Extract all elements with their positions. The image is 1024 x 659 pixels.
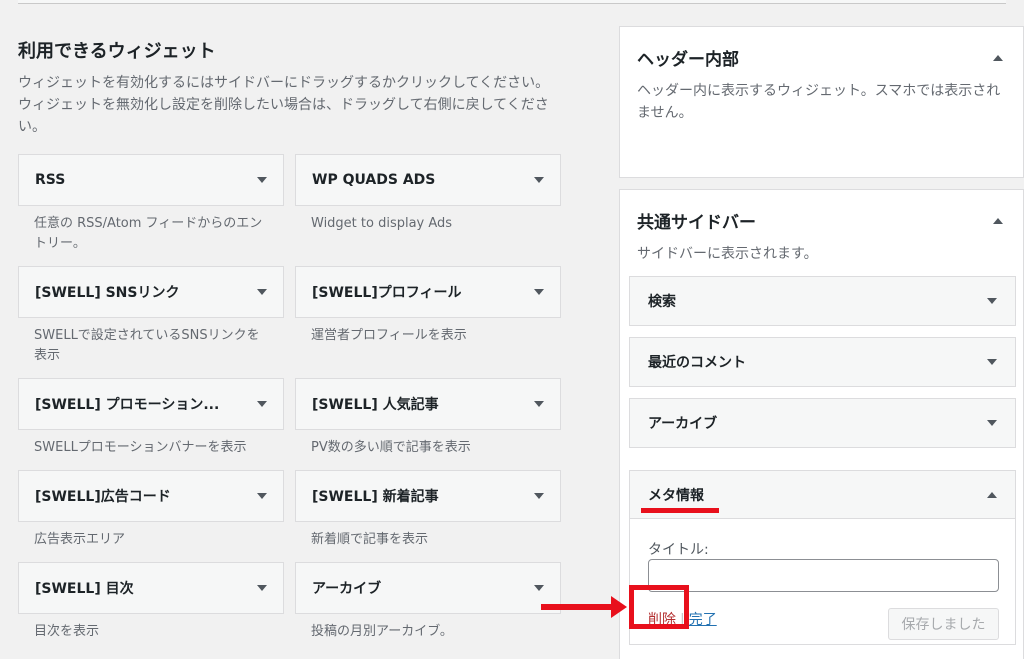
widget-item[interactable]: [SWELL]プロフィール 運営者プロフィールを表示 [295, 266, 561, 346]
widget-title: [SWELL]プロフィール [312, 285, 462, 301]
widget-title: 最近のコメント [648, 355, 746, 371]
done-link[interactable]: 完了 [689, 612, 717, 628]
widget-item[interactable]: [SWELL] 目次 目次を表示 [18, 562, 284, 642]
title-input[interactable] [648, 559, 999, 592]
chevron-up-icon[interactable] [987, 491, 997, 498]
chevron-down-icon[interactable] [257, 289, 267, 295]
area-header[interactable]: 共通サイドバー [620, 190, 1023, 233]
header-area-title: ヘッダー内部 [637, 50, 739, 70]
widget-title: メタ情報 [648, 487, 704, 504]
widget-title: [SWELL]広告コード [35, 489, 171, 505]
annotation-highlight-box [629, 585, 689, 629]
chevron-down-icon[interactable] [534, 177, 544, 183]
widget-description: 投稿の月別アーカイブ。 [311, 624, 453, 639]
widget-description: SWELLプロモーションバナーを表示 [34, 440, 247, 455]
widget-header[interactable]: [SWELL] 人気記事 [295, 378, 561, 430]
widget-title: RSS [35, 172, 66, 188]
chevron-up-icon[interactable] [993, 217, 1003, 224]
title-field-label: タイトル: [648, 542, 709, 558]
chevron-down-icon[interactable] [534, 289, 544, 295]
chevron-down-icon[interactable] [534, 493, 544, 499]
chevron-down-icon[interactable] [534, 401, 544, 407]
sidebar-widget-archive[interactable]: アーカイブ [629, 398, 1016, 448]
annotation-arrow-shaft [541, 604, 613, 610]
widget-item[interactable]: RSS 任意の RSS/Atom フィードからのエントリー。 [18, 154, 284, 254]
header-widget-area: ヘッダー内部 ヘッダー内に表示するウィジェット。スマホでは表示されません。 [619, 26, 1024, 178]
widget-header[interactable]: [SWELL] 新着記事 [295, 470, 561, 522]
sidebar-area-title: 共通サイドバー [637, 213, 756, 233]
widget-title: [SWELL] SNSリンク [35, 285, 180, 301]
widget-description: PV数の多い順で記事を表示 [311, 440, 471, 455]
widget-title: 検索 [648, 294, 676, 310]
chevron-down-icon[interactable] [257, 401, 267, 407]
available-widgets-description: ウィジェットを有効化するにはサイドバーにドラッグするかクリックしてください。ウィ… [18, 75, 550, 135]
area-header[interactable]: ヘッダー内部 [620, 27, 1023, 70]
widget-header[interactable]: [SWELL] 目次 [18, 562, 284, 614]
widget-description: 広告表示エリア [34, 532, 126, 547]
save-button[interactable]: 保存しました [888, 608, 999, 640]
widget-header[interactable]: RSS [18, 154, 284, 206]
widget-item[interactable]: [SWELL] 人気記事 PV数の多い順で記事を表示 [295, 378, 561, 458]
chevron-down-icon[interactable] [534, 585, 544, 591]
widget-header[interactable]: [SWELL] プロモーション... [18, 378, 284, 430]
widget-title: [SWELL] 人気記事 [312, 397, 439, 413]
widget-description: SWELLで設定されているSNSリンクを表示 [34, 328, 260, 363]
sidebar-area-description: サイドバーに表示されます。 [637, 246, 818, 262]
chevron-down-icon[interactable] [987, 359, 997, 365]
top-panel-edge [18, 0, 1006, 4]
arrow-right-icon [611, 596, 627, 618]
sidebar-widget-recent-comments[interactable]: 最近のコメント [629, 337, 1016, 387]
widget-header[interactable]: [SWELL]プロフィール [295, 266, 561, 318]
widget-title: [SWELL] 目次 [35, 581, 134, 597]
widget-item[interactable]: [SWELL] プロモーション... SWELLプロモーションバナーを表示 [18, 378, 284, 458]
widget-description: 運営者プロフィールを表示 [311, 328, 467, 343]
widget-title: WP QUADS ADS [312, 172, 436, 188]
chevron-down-icon[interactable] [257, 177, 267, 183]
widget-header[interactable]: WP QUADS ADS [295, 154, 561, 206]
widget-title: アーカイブ [648, 416, 718, 432]
widget-header[interactable]: [SWELL]広告コード [18, 470, 284, 522]
widget-description: 新着順で記事を表示 [311, 532, 429, 547]
chevron-down-icon[interactable] [257, 585, 267, 591]
sidebar-widget-search[interactable]: 検索 [629, 276, 1016, 326]
chevron-up-icon[interactable] [993, 54, 1003, 61]
widget-title: アーカイブ [312, 581, 382, 597]
available-widgets-section: 利用できるウィジェット ウィジェットを有効化するにはサイドバーにドラッグするかク… [18, 40, 563, 138]
widget-item[interactable]: WP QUADS ADS Widget to display Ads [295, 154, 561, 234]
header-area-description: ヘッダー内に表示するウィジェット。スマホでは表示されません。 [637, 83, 1001, 121]
widget-item[interactable]: [SWELL]広告コード 広告表示エリア [18, 470, 284, 550]
available-widgets-title: 利用できるウィジェット [18, 41, 216, 62]
widget-description: 任意の RSS/Atom フィードからのエントリー。 [34, 216, 263, 251]
widget-header[interactable]: [SWELL] SNSリンク [18, 266, 284, 318]
chevron-down-icon[interactable] [257, 493, 267, 499]
chevron-down-icon[interactable] [987, 420, 997, 426]
widget-item[interactable]: [SWELL] 新着記事 新着順で記事を表示 [295, 470, 561, 550]
widget-title: [SWELL] 新着記事 [312, 489, 439, 505]
widget-description: Widget to display Ads [311, 216, 453, 231]
chevron-down-icon[interactable] [987, 298, 997, 304]
widget-item[interactable]: アーカイブ 投稿の月別アーカイブ。 [295, 562, 561, 642]
widget-item[interactable]: [SWELL] SNSリンク SWELLで設定されているSNSリンクを表示 [18, 266, 284, 366]
widget-header[interactable]: アーカイブ [295, 562, 561, 614]
widget-title: [SWELL] プロモーション... [35, 397, 220, 413]
highlight-underline [641, 508, 719, 513]
widget-description: 目次を表示 [34, 624, 100, 639]
